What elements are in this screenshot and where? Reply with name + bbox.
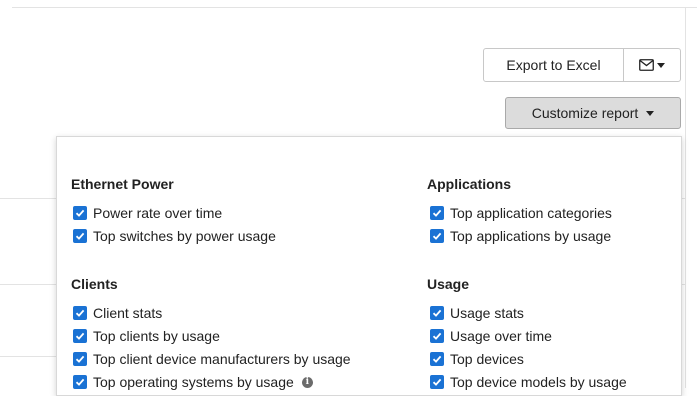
section-title-ethernet-power: Ethernet Power	[71, 176, 174, 192]
envelope-icon	[639, 59, 654, 71]
card-top-border	[12, 7, 697, 8]
check-icon	[75, 232, 85, 240]
section-title-usage: Usage	[427, 276, 470, 292]
check-icon	[75, 378, 85, 386]
option-label: Client stats	[93, 305, 163, 321]
email-report-button[interactable]	[624, 49, 680, 81]
checkbox-checked[interactable]	[73, 329, 87, 343]
option-label: Usage stats	[450, 305, 524, 321]
checkbox-checked[interactable]	[73, 375, 87, 389]
check-icon	[432, 378, 442, 386]
check-icon	[75, 355, 85, 363]
section-title-applications: Applications	[427, 176, 512, 192]
option-label: Top switches by power usage	[93, 228, 276, 244]
chevron-down-icon	[646, 110, 655, 116]
checkbox-checked[interactable]	[430, 306, 444, 320]
check-icon	[432, 209, 442, 217]
check-icon	[432, 332, 442, 340]
option-label: Top application categories	[450, 205, 612, 221]
row-divider	[0, 198, 60, 199]
check-icon	[432, 232, 442, 240]
checkbox-checked[interactable]	[73, 352, 87, 366]
option-label: Top applications by usage	[450, 228, 612, 244]
option-top-applications-by-usage[interactable]: Top applications by usage	[430, 228, 611, 244]
info-icon[interactable]: i	[301, 376, 313, 388]
export-button-group: Export to Excel	[483, 48, 681, 82]
row-divider	[0, 356, 60, 357]
chevron-down-icon	[657, 62, 665, 68]
check-icon	[432, 355, 442, 363]
check-icon	[75, 309, 85, 317]
customize-report-dropdown: Ethernet Power Power rate over time Top …	[56, 136, 682, 396]
checkbox-checked[interactable]	[430, 375, 444, 389]
checkbox-checked[interactable]	[430, 206, 444, 220]
option-label: Top client device manufacturers by usage	[93, 351, 351, 367]
checkbox-checked[interactable]	[430, 229, 444, 243]
option-client-stats[interactable]: Client stats	[73, 305, 162, 321]
option-top-switches-by-power-usage[interactable]: Top switches by power usage	[73, 228, 276, 244]
checkbox-checked[interactable]	[430, 329, 444, 343]
row-divider	[0, 284, 60, 285]
export-to-excel-button[interactable]: Export to Excel	[484, 49, 624, 81]
section-title-clients: Clients	[71, 276, 118, 292]
check-icon	[432, 309, 442, 317]
customize-report-label: Customize report	[531, 105, 639, 121]
option-top-devices[interactable]: Top devices	[430, 351, 524, 367]
option-top-clients-by-usage[interactable]: Top clients by usage	[73, 328, 220, 344]
option-usage-stats[interactable]: Usage stats	[430, 305, 524, 321]
option-power-rate-over-time[interactable]: Power rate over time	[73, 205, 222, 221]
option-usage-over-time[interactable]: Usage over time	[430, 328, 552, 344]
checkbox-checked[interactable]	[73, 229, 87, 243]
check-icon	[75, 209, 85, 217]
checkbox-checked[interactable]	[73, 306, 87, 320]
checkbox-checked[interactable]	[73, 206, 87, 220]
checkbox-checked[interactable]	[430, 352, 444, 366]
option-label: Top devices	[450, 351, 524, 367]
customize-report-button[interactable]: Customize report	[505, 97, 681, 129]
check-icon	[75, 332, 85, 340]
option-label: Power rate over time	[93, 205, 223, 221]
option-label: Usage over time	[450, 328, 552, 344]
option-top-application-categories[interactable]: Top application categories	[430, 205, 612, 221]
option-top-client-device-manufacturers[interactable]: Top client device manufacturers by usage	[73, 351, 351, 367]
option-label: Top clients by usage	[93, 328, 220, 344]
